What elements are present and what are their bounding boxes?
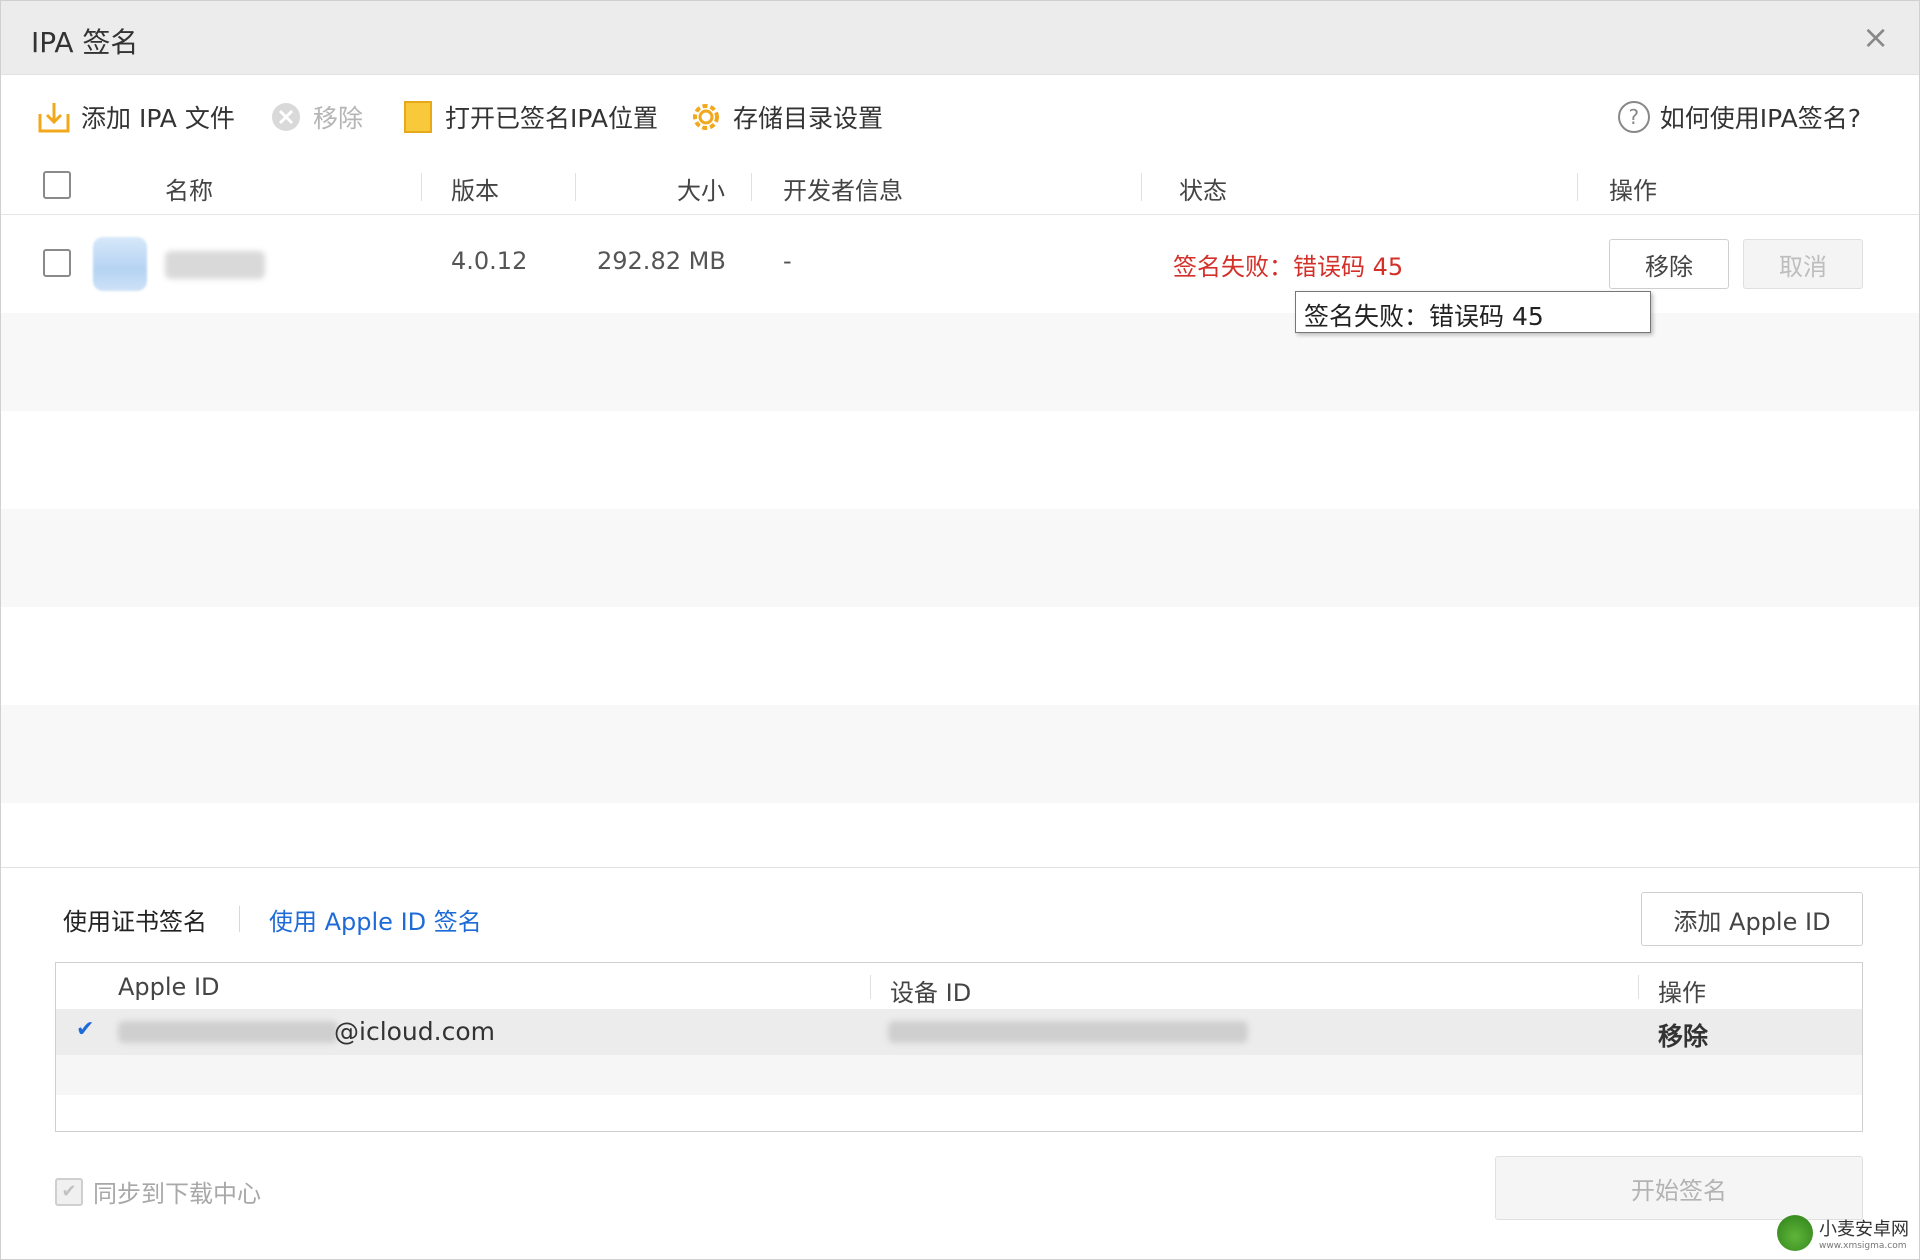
apple-id-table: Apple ID 设备 ID 操作 ✔ @icloud.com 移除 [55, 962, 1863, 1132]
signing-panel: 使用证书签名 使用 Apple ID 签名 添加 Apple ID Apple … [1, 867, 1919, 1260]
close-icon[interactable]: × [1862, 21, 1889, 53]
add-ipa-label: 添加 IPA 文件 [81, 104, 235, 133]
row-status: 签名失败：错误码 45 [1173, 253, 1404, 281]
question-icon: ? [1617, 101, 1650, 133]
header-action: 操作 [1609, 177, 1657, 205]
watermark-logo: 小麦安卓网 www.xmsigma.com [1777, 1215, 1909, 1251]
help-label: 如何使用IPA签名? [1659, 104, 1861, 133]
header-developer: 开发者信息 [783, 177, 903, 205]
apple-id-table-header: Apple ID 设备 ID 操作 [56, 963, 1862, 1009]
header-size: 大小 [677, 177, 725, 205]
remove-toolbar-label: 移除 [313, 104, 364, 133]
header-device-id: 设备 ID [890, 979, 972, 1007]
apple-id-blurred [118, 1021, 338, 1043]
watermark-url: www.xmsigma.com [1819, 1241, 1907, 1251]
title-bar: IPA 签名 × [1, 1, 1919, 75]
add-ipa-button[interactable]: 添加 IPA 文件 [37, 97, 235, 137]
empty-row [1, 607, 1919, 705]
select-all-checkbox[interactable] [43, 171, 71, 199]
tab-cert-sign[interactable]: 使用证书签名 [63, 902, 207, 937]
empty-row [1, 411, 1919, 509]
open-signed-location-label: 打开已签名IPA位置 [445, 104, 658, 133]
leaf-logo-icon [1777, 1215, 1813, 1251]
add-file-icon [37, 100, 71, 134]
row-developer: - [783, 247, 792, 275]
row-size: 292.82 MB [597, 247, 726, 275]
sync-label: 同步到下载中心 [93, 1180, 261, 1208]
sync-option[interactable]: ✔ 同步到下载中心 [55, 1174, 261, 1209]
storage-settings-label: 存储目录设置 [733, 104, 884, 133]
empty-row [1, 509, 1919, 607]
add-apple-id-button[interactable]: 添加 Apple ID [1641, 892, 1863, 946]
toolbar: 添加 IPA 文件 移除 打开已签名IPA位置 存储目录设置 ? 如何使用IPA… [1, 75, 1919, 159]
row-version: 4.0.12 [451, 247, 528, 275]
header-name: 名称 [165, 177, 213, 205]
header-divider [1577, 173, 1578, 201]
ipa-file-table: 名称 版本 大小 开发者信息 状态 操作 4.0.12 292.82 MB - … [1, 159, 1919, 803]
apple-id-remove-link[interactable]: 移除 [1658, 1017, 1708, 1053]
help-link[interactable]: ? 如何使用IPA签名? [1617, 97, 1861, 137]
tab-appleid-sign[interactable]: 使用 Apple ID 签名 [269, 902, 482, 937]
tab-divider [239, 906, 240, 932]
sync-checkbox[interactable]: ✔ [55, 1177, 83, 1206]
remove-toolbar-button[interactable]: 移除 [269, 97, 363, 137]
table-header: 名称 版本 大小 开发者信息 状态 操作 [1, 159, 1919, 215]
header-divider [1141, 173, 1142, 201]
status-tooltip: 签名失败：错误码 45 [1295, 291, 1651, 333]
header-divider [575, 173, 576, 201]
header-apple-id: Apple ID [118, 973, 220, 1001]
header-apple-action: 操作 [1658, 979, 1706, 1007]
open-signed-location-button[interactable]: 打开已签名IPA位置 [401, 97, 658, 137]
row-remove-button[interactable]: 移除 [1609, 239, 1729, 289]
empty-row [56, 1055, 1862, 1095]
row-checkbox[interactable] [43, 249, 71, 277]
folder-icon [401, 100, 435, 134]
gear-icon [689, 100, 723, 134]
start-sign-button[interactable]: 开始签名 [1495, 1156, 1863, 1220]
header-divider [1638, 975, 1639, 999]
watermark-brand: 小麦安卓网 [1819, 1219, 1909, 1240]
apple-id-email: @icloud.com [334, 1017, 495, 1046]
header-status: 状态 [1179, 177, 1227, 205]
row-cancel-button[interactable]: 取消 [1743, 239, 1863, 289]
header-divider [751, 173, 752, 201]
ipa-sign-dialog: IPA 签名 × 添加 IPA 文件 移除 打开已签名IPA位置 存储目录设置 … [0, 0, 1920, 1260]
device-id-blurred [888, 1021, 1248, 1043]
empty-row [1, 705, 1919, 803]
remove-circle-icon [269, 100, 303, 134]
apple-id-row[interactable]: ✔ @icloud.com 移除 [56, 1009, 1862, 1055]
selected-check-icon: ✔ [76, 1017, 95, 1042]
window-title: IPA 签名 [31, 26, 139, 59]
app-icon [93, 237, 147, 291]
storage-settings-button[interactable]: 存储目录设置 [689, 97, 883, 137]
header-divider [870, 975, 871, 999]
watermark-text: 小麦安卓网 www.xmsigma.com [1819, 1215, 1909, 1251]
header-version: 版本 [451, 177, 499, 205]
header-divider [421, 173, 422, 201]
app-name-blurred [165, 251, 265, 279]
